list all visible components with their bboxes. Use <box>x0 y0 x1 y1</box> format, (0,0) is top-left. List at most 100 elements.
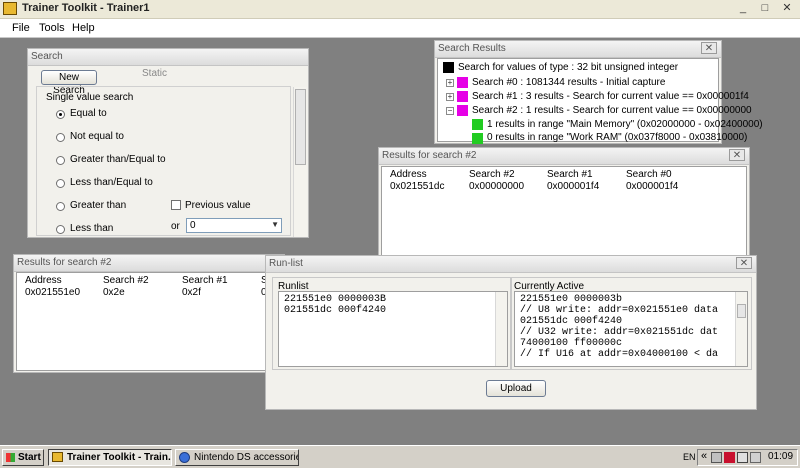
search-results-caption[interactable]: Search Results ✕ <box>435 41 721 58</box>
previous-value-checkbox[interactable] <box>171 200 181 210</box>
column-header-search-1[interactable]: Search #1 <box>547 169 593 180</box>
radio-greater-equal[interactable] <box>56 156 65 165</box>
table-cell[interactable]: 0x000001f4 <box>547 181 599 192</box>
taskbar: Start Trainer Toolkit - Train... Nintend… <box>0 445 800 468</box>
close-button[interactable]: ✕ <box>776 1 798 16</box>
search-results-close-icon[interactable]: ✕ <box>701 42 717 54</box>
new-search-button[interactable]: New Search <box>41 70 97 96</box>
menu-help[interactable]: Help <box>72 22 95 34</box>
tree-expand-icon[interactable]: + <box>446 93 454 101</box>
radio-not-equal-to[interactable] <box>56 133 65 142</box>
language-indicator[interactable]: EN <box>683 452 696 462</box>
column-header-address[interactable]: Address <box>25 275 62 286</box>
tree-node-icon <box>472 133 483 144</box>
tree-expand-icon[interactable]: + <box>446 79 454 87</box>
start-button[interactable]: Start <box>2 449 44 466</box>
table-cell[interactable]: 0x00000000 <box>469 181 524 192</box>
radio-label-greater-equal: Greater than/Equal to <box>70 154 166 165</box>
maximize-button[interactable]: □ <box>754 1 776 16</box>
runlist-close-icon[interactable]: ✕ <box>736 257 752 269</box>
active-line: 74000100 ff00000c <box>520 338 623 349</box>
or-label: or <box>171 221 180 232</box>
tray-app-icon[interactable] <box>711 452 722 463</box>
runlist-title: Run-list <box>269 258 303 269</box>
start-label: Start <box>18 452 41 463</box>
results-left-title: Results for search #2 <box>17 257 112 268</box>
results-right-title: Results for search #2 <box>382 150 477 161</box>
minimize-button[interactable]: _ <box>732 1 754 16</box>
tree-item-root[interactable]: Search for values of type : 32 bit unsig… <box>458 62 678 73</box>
tree-item-main-memory[interactable]: 1 results in range "Main Memory" (0x0200… <box>487 119 763 130</box>
app-icon <box>3 2 17 15</box>
results-left-caption[interactable]: Results for search #2 <box>14 255 284 272</box>
tree-node-icon <box>443 62 454 73</box>
taskbar-task-label: Nintendo DS accessories ... <box>194 452 298 463</box>
radio-label-less-equal: Less than/Equal to <box>70 177 153 188</box>
results-right-close-icon[interactable]: ✕ <box>729 149 745 161</box>
tree-node-icon <box>457 91 468 102</box>
tree-item-search-2[interactable]: Search #2 : 1 results - Search for curre… <box>472 105 752 116</box>
search-window-caption[interactable]: Search <box>28 49 308 66</box>
taskbar-task-browser[interactable]: Nintendo DS accessories ... <box>175 449 299 466</box>
chevron-down-icon[interactable]: ▼ <box>271 220 279 229</box>
radio-less-equal[interactable] <box>56 179 65 188</box>
runlist-line: 221551e0 0000003B <box>284 294 387 305</box>
trainer-app-icon <box>52 452 63 462</box>
tree-item-work-ram[interactable]: 0 results in range "Work RAM" (0x037f800… <box>487 132 747 143</box>
column-header-search-2[interactable]: Search #2 <box>469 169 515 180</box>
radio-greater-than[interactable] <box>56 202 65 211</box>
column-header-search-2[interactable]: Search #2 <box>103 275 149 286</box>
active-line: 221551e0 0000003b <box>520 294 623 305</box>
clock[interactable]: 01:09 <box>768 451 793 462</box>
system-tray: « 01:09 <box>697 449 798 466</box>
search-window-scroll-thumb[interactable] <box>295 89 306 165</box>
results-window-right: Results for search #2 ✕ Address Search #… <box>378 147 750 265</box>
menu-tools[interactable]: Tools <box>39 22 65 34</box>
results-right-caption[interactable]: Results for search #2 ✕ <box>379 148 749 165</box>
antivirus-icon[interactable] <box>724 452 735 463</box>
radio-less-than[interactable] <box>56 225 65 234</box>
runlist-line: 021551dc 000f4240 <box>284 305 387 316</box>
runlist-scrollbar[interactable] <box>495 292 507 366</box>
search-results-window: Search Results ✕ Search for values of ty… <box>434 40 763 144</box>
tree-node-icon <box>457 77 468 88</box>
taskbar-task-trainer[interactable]: Trainer Toolkit - Train... <box>48 449 172 466</box>
menu-bar: File Tools Help <box>0 19 800 38</box>
results-right-table: Address Search #2 Search #1 Search #0 0x… <box>381 166 747 263</box>
tree-node-icon <box>457 105 468 116</box>
table-cell[interactable]: 0x2e <box>103 287 125 298</box>
table-cell[interactable]: 0x2f <box>182 287 201 298</box>
active-scroll-thumb[interactable] <box>737 304 746 318</box>
active-scrollbar[interactable] <box>735 292 747 366</box>
column-header-search-1[interactable]: Search #1 <box>182 275 228 286</box>
network-icon[interactable] <box>737 452 748 463</box>
previous-value-label: Previous value <box>185 200 251 211</box>
search-window-scrollbar[interactable] <box>293 87 307 237</box>
active-line: // U8 write: addr=0x021551e0 data <box>520 305 719 316</box>
column-header-search-0[interactable]: Search #0 <box>626 169 672 180</box>
tree-collapse-icon[interactable]: − <box>446 107 454 115</box>
volume-icon[interactable] <box>750 452 761 463</box>
tree-item-search-1[interactable]: Search #1 : 3 results - Search for curre… <box>472 91 749 102</box>
table-cell[interactable]: 0x000001f4 <box>626 181 678 192</box>
results-left-table: Address Search #2 Search #1 S 0x021551e0… <box>16 272 282 371</box>
value-combobox-text: 0 <box>190 220 196 231</box>
value-combobox[interactable]: 0 ▼ <box>186 218 282 233</box>
menu-file[interactable]: File <box>12 22 30 34</box>
radio-equal-to[interactable] <box>56 110 65 119</box>
table-cell[interactable]: 0x021551dc <box>390 181 445 192</box>
runlist-caption[interactable]: Run-list ✕ <box>266 256 756 273</box>
browser-icon <box>179 452 190 463</box>
currently-active-textarea[interactable]: 221551e0 0000003b // U8 write: addr=0x02… <box>514 291 748 367</box>
table-cell[interactable]: 0x021551e0 <box>25 287 80 298</box>
tree-item-search-0[interactable]: Search #0 : 1081344 results - Initial ca… <box>472 77 665 88</box>
active-line: // If U16 at addr=0x04000100 < da <box>520 349 719 360</box>
search-window-title: Search <box>31 51 63 62</box>
radio-label-not-equal-to: Not equal to <box>70 131 124 142</box>
upload-button[interactable]: Upload <box>486 380 546 397</box>
tray-expand-icon[interactable]: « <box>701 450 707 462</box>
runlist-window: Run-list ✕ Runlist 221551e0 0000003B 021… <box>265 255 757 410</box>
column-header-address[interactable]: Address <box>390 169 427 180</box>
runlist-textarea[interactable]: 221551e0 0000003B 021551dc 000f4240 <box>278 291 508 367</box>
app-title-bar[interactable]: Trainer Toolkit - Trainer1 _ □ ✕ <box>0 0 800 19</box>
